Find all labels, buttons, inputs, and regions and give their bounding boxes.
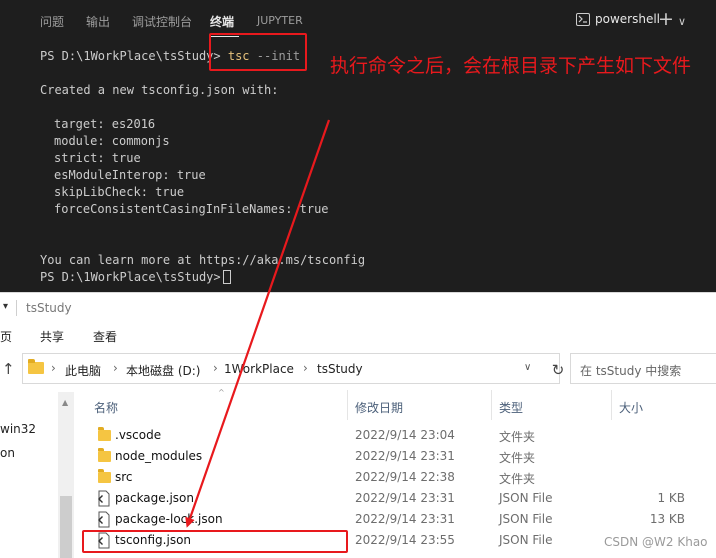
refresh-icon[interactable]: ↻ (547, 360, 569, 380)
config-line: esModuleInterop: true (54, 168, 206, 182)
file-row[interactable]: package-lock.json 2022/9/14 23:31 JSON F… (80, 509, 716, 530)
column-divider[interactable] (611, 390, 612, 420)
column-divider[interactable] (347, 390, 348, 420)
file-type: 文件夹 (499, 451, 536, 465)
column-header-type[interactable]: 类型 (499, 399, 523, 416)
file-date: 2022/9/14 23:31 (355, 449, 455, 463)
chevron-right-icon: › (113, 361, 118, 375)
shell-selector[interactable]: powershell + ∨ (574, 8, 716, 33)
file-row[interactable]: package.json 2022/9/14 23:31 JSON File 1… (80, 488, 716, 509)
file-row[interactable]: .vscode 2022/9/14 23:04 文件夹 (80, 425, 716, 446)
tab-view[interactable]: 查看 (93, 328, 117, 345)
final-prompt-line[interactable]: PS D:\1WorkPlace\tsStudy> (40, 270, 231, 285)
window-title: tsStudy (26, 301, 72, 315)
file-name: src (115, 470, 133, 484)
file-type: 文件夹 (499, 430, 536, 444)
sort-indicator-icon: ^ (218, 388, 225, 397)
annotation-note: 执行命令之后，会在根目录下产生如下文件 (330, 55, 692, 77)
created-message: Created a new tsconfig.json with: (40, 83, 279, 97)
column-header-date[interactable]: 修改日期 (355, 399, 403, 416)
config-line: forceConsistentCasingInFileNames: true (54, 202, 329, 216)
shell-label: powershell (595, 12, 660, 26)
navigation-pane: win32 on ▲ (0, 392, 74, 558)
terminal-icon (576, 13, 590, 26)
terminal-panel: 问题 输出 调试控制台 终端 JUPYTER powershell + ∨ PS… (0, 0, 716, 292)
config-line: strict: true (54, 151, 141, 165)
address-bar[interactable]: › 此电脑 › 本地磁盘 (D:) › 1WorkPlace › tsStudy… (22, 353, 564, 384)
text-cursor (222, 270, 231, 284)
ribbon-tabs: 页 共享 查看 (0, 322, 716, 346)
file-name: package-lock.json (115, 512, 223, 526)
folder-icon (98, 469, 111, 483)
file-date: 2022/9/14 23:31 (355, 491, 455, 505)
file-size: 13 KB (649, 512, 685, 526)
tab-output[interactable]: 输出 (86, 13, 110, 30)
command-highlight-box (209, 33, 307, 71)
prompt: PS D:\1WorkPlace\tsStudy> (40, 270, 221, 284)
file-row[interactable]: src 2022/9/14 22:38 文件夹 (80, 467, 716, 488)
breadcrumb-drive[interactable]: 本地磁盘 (D:) (126, 362, 200, 379)
file-date: 2022/9/14 23:55 (355, 533, 455, 547)
config-line: skipLibCheck: true (54, 185, 185, 199)
prompt: PS D:\1WorkPlace\tsStudy> (40, 49, 228, 63)
column-divider[interactable] (491, 390, 492, 420)
learn-more-line: You can learn more at https://aka.ms/tsc… (40, 253, 366, 267)
title-separator (16, 300, 17, 316)
file-date: 2022/9/14 23:04 (355, 428, 455, 442)
nav-item[interactable]: win32 (0, 422, 36, 436)
address-row: ↑ › 此电脑 › 本地磁盘 (D:) › 1WorkPlace › tsStu… (0, 351, 716, 387)
chevron-right-icon: › (303, 361, 308, 375)
tab-home[interactable]: 页 (0, 328, 12, 345)
search-placeholder: 在 tsStudy 中搜索 (580, 364, 682, 378)
scrollbar-thumb[interactable] (60, 496, 72, 558)
json-file-icon (98, 511, 110, 528)
watermark: CSDN @W2 Khao (604, 535, 708, 549)
file-date: 2022/9/14 22:38 (355, 470, 455, 484)
title-bar: ▾ tsStudy (0, 292, 716, 322)
file-explorer-window: ▾ tsStudy 页 共享 查看 ↑ › 此电脑 › 本地磁盘 (D:) › … (0, 292, 716, 558)
address-dropdown-icon[interactable]: ∨ (524, 362, 531, 373)
chevron-down-icon[interactable]: ∨ (678, 11, 686, 33)
folder-icon (98, 448, 111, 462)
file-type: JSON File (499, 533, 553, 547)
tsconfig-highlight-box (82, 530, 348, 553)
nav-item[interactable]: on (0, 446, 15, 460)
breadcrumb-tsstudy[interactable]: tsStudy (317, 362, 363, 376)
json-file-icon (98, 490, 110, 507)
tab-problems[interactable]: 问题 (40, 13, 64, 30)
file-row[interactable]: node_modules 2022/9/14 23:31 文件夹 (80, 446, 716, 467)
scroll-up-icon[interactable]: ▲ (62, 398, 68, 407)
config-line: module: commonjs (54, 134, 170, 148)
file-name: node_modules (115, 449, 203, 463)
chevron-right-icon: › (51, 361, 56, 375)
file-type: JSON File (499, 491, 553, 505)
file-date: 2022/9/14 23:31 (355, 512, 455, 526)
quick-access-chevron-icon[interactable]: ▾ (3, 301, 8, 312)
chevron-right-icon: › (213, 361, 218, 375)
terminal-tab-bar: 问题 输出 调试控制台 终端 JUPYTER powershell + ∨ (0, 0, 716, 40)
file-name: .vscode (115, 428, 162, 442)
file-size: 1 KB (657, 491, 685, 505)
search-input[interactable]: 在 tsStudy 中搜索 (570, 353, 716, 384)
file-type: 文件夹 (499, 472, 536, 486)
file-name: package.json (115, 491, 195, 505)
breadcrumb-workplace[interactable]: 1WorkPlace (224, 362, 294, 376)
folder-icon (28, 359, 44, 374)
column-header-name[interactable]: 名称 (94, 399, 118, 416)
tab-debug-console[interactable]: 调试控制台 (132, 13, 192, 30)
breadcrumb-this-pc[interactable]: 此电脑 (65, 362, 101, 379)
tab-terminal[interactable]: 终端 (210, 13, 234, 30)
file-type: JSON File (499, 512, 553, 526)
new-terminal-plus-icon[interactable]: + (658, 8, 674, 30)
column-header-size[interactable]: 大小 (619, 399, 643, 416)
folder-icon (98, 427, 111, 441)
config-line: target: es2016 (54, 117, 156, 131)
tab-share[interactable]: 共享 (40, 328, 64, 345)
up-arrow-icon[interactable]: ↑ (2, 360, 15, 378)
tab-jupyter[interactable]: JUPYTER (257, 14, 303, 27)
